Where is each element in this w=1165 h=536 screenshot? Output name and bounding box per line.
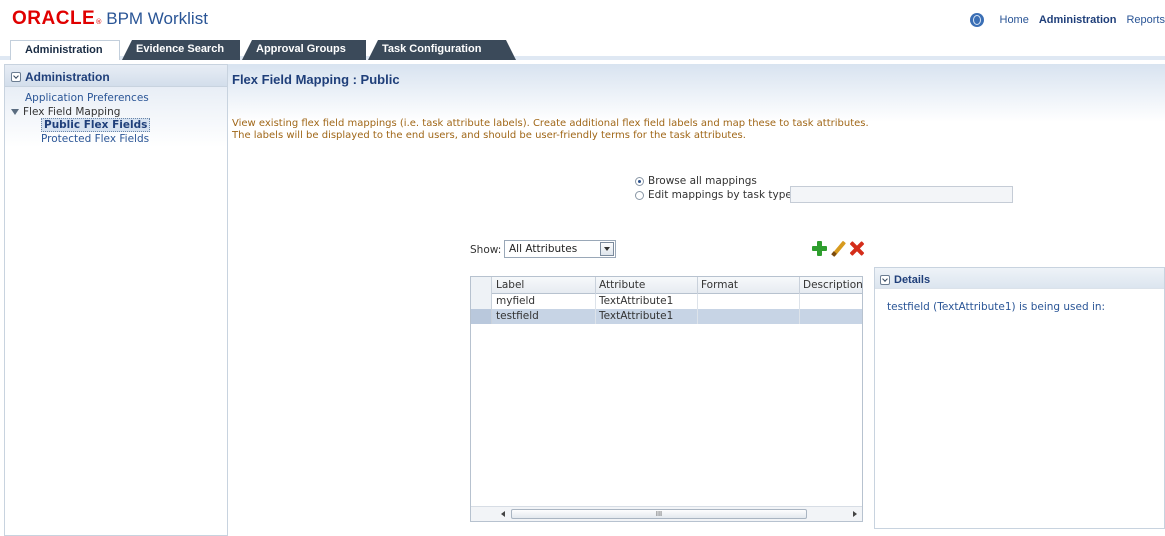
browse-all-label: Browse all mappings <box>648 175 757 187</box>
nav-protected-flex-fields[interactable]: Protected Flex Fields <box>5 132 227 146</box>
accessibility-icon[interactable] <box>969 13 984 27</box>
details-header[interactable]: Details <box>875 268 1164 289</box>
app-name: BPM Worklist <box>106 9 208 28</box>
show-select-value: All Attributes <box>509 243 578 255</box>
page-description: View existing flex field mappings (i.e. … <box>232 118 1052 142</box>
table-row[interactable]: myfield TextAttribute1 <box>471 294 862 309</box>
column-header-label[interactable]: Label <box>493 277 596 294</box>
edit-by-task-type-radio[interactable]: Edit mappings by task type: <box>635 189 795 201</box>
description-line-1: View existing flex field mappings (i.e. … <box>232 118 869 129</box>
task-type-input[interactable] <box>790 186 1013 203</box>
nav-flex-field-mapping-label: Flex Field Mapping <box>23 106 121 118</box>
scroll-thumb[interactable]: III <box>511 509 807 519</box>
tab-approval-groups[interactable]: Approval Groups <box>242 40 366 60</box>
cell-label: testfield <box>493 309 596 324</box>
column-header-description[interactable]: Description <box>800 277 862 294</box>
table-row-selected[interactable]: testfield TextAttribute1 <box>471 309 862 324</box>
expand-triangle-icon[interactable] <box>11 109 19 115</box>
sidebar-title: Administration <box>25 70 110 84</box>
collapse-icon[interactable] <box>11 72 21 82</box>
dropdown-arrow-icon[interactable] <box>600 242 614 256</box>
show-label: Show: <box>470 244 502 256</box>
show-select[interactable]: All Attributes <box>504 240 616 258</box>
sidebar-header[interactable]: Administration <box>5 65 227 87</box>
table-header-row: Label Attribute Format Description <box>471 277 862 294</box>
app-header: ORACLE ® BPM Worklist Home Administratio… <box>0 0 1165 36</box>
details-usage-text: testfield (TextAttribute1) is being used… <box>887 301 1106 313</box>
row-header-corner <box>471 277 492 294</box>
home-link[interactable]: Home <box>1000 14 1029 26</box>
nav-flex-field-mapping[interactable]: Flex Field Mapping <box>5 106 227 118</box>
cell-description <box>800 309 862 324</box>
global-links: Home Administration Reports <box>969 13 1165 27</box>
description-line-2: The labels will be displayed to the end … <box>232 130 746 141</box>
sidebar-nav: Application Preferences Flex Field Mappi… <box>5 87 227 146</box>
column-header-attribute[interactable]: Attribute <box>596 277 698 294</box>
row-header[interactable] <box>471 309 492 324</box>
logo-oracle-text: ORACLE <box>12 8 96 29</box>
logo-registered-mark: ® <box>95 18 103 26</box>
tab-evidence-search[interactable]: Evidence Search <box>122 40 240 60</box>
horizontal-scrollbar[interactable]: III <box>471 506 862 521</box>
edit-by-task-type-label: Edit mappings by task type: <box>648 189 796 201</box>
cell-label: myfield <box>493 294 596 309</box>
cell-attribute: TextAttribute1 <box>596 309 698 324</box>
reports-link[interactable]: Reports <box>1126 14 1165 26</box>
cell-format <box>698 294 800 309</box>
nav-public-flex-fields-label: Public Flex Fields <box>41 118 151 132</box>
tab-administration[interactable]: Administration <box>10 40 120 60</box>
oracle-logo: ORACLE ® BPM Worklist <box>12 8 208 30</box>
radio-unselected-icon[interactable] <box>635 190 644 200</box>
browse-all-radio[interactable]: Browse all mappings <box>635 175 757 187</box>
cell-format <box>698 309 800 324</box>
cell-attribute: TextAttribute1 <box>596 294 698 309</box>
details-title: Details <box>894 273 931 286</box>
main-panel: Flex Field Mapping : Public View existin… <box>228 64 1165 536</box>
collapse-icon[interactable] <box>880 274 890 285</box>
administration-link[interactable]: Administration <box>1039 14 1117 26</box>
scroll-right-arrow-icon[interactable] <box>853 511 857 517</box>
edit-icon[interactable] <box>830 240 846 256</box>
page-title: Flex Field Mapping : Public <box>232 72 400 87</box>
flex-field-table: Label Attribute Format Description myfie… <box>470 276 863 522</box>
scroll-left-arrow-icon[interactable] <box>501 511 505 517</box>
tab-bar: Administration Evidence Search Approval … <box>0 36 1165 60</box>
nav-public-flex-fields[interactable]: Public Flex Fields <box>5 118 227 132</box>
nav-application-preferences[interactable]: Application Preferences <box>5 92 227 106</box>
radio-selected-icon[interactable] <box>635 176 644 186</box>
delete-icon[interactable] <box>848 240 864 256</box>
column-header-format[interactable]: Format <box>698 277 800 294</box>
tab-task-configuration[interactable]: Task Configuration <box>368 40 516 60</box>
add-icon[interactable] <box>811 240 827 256</box>
row-header[interactable] <box>471 294 492 309</box>
details-panel: Details testfield (TextAttribute1) is be… <box>874 267 1165 529</box>
cell-description <box>800 294 862 309</box>
sidebar: Administration Application Preferences F… <box>4 64 228 536</box>
